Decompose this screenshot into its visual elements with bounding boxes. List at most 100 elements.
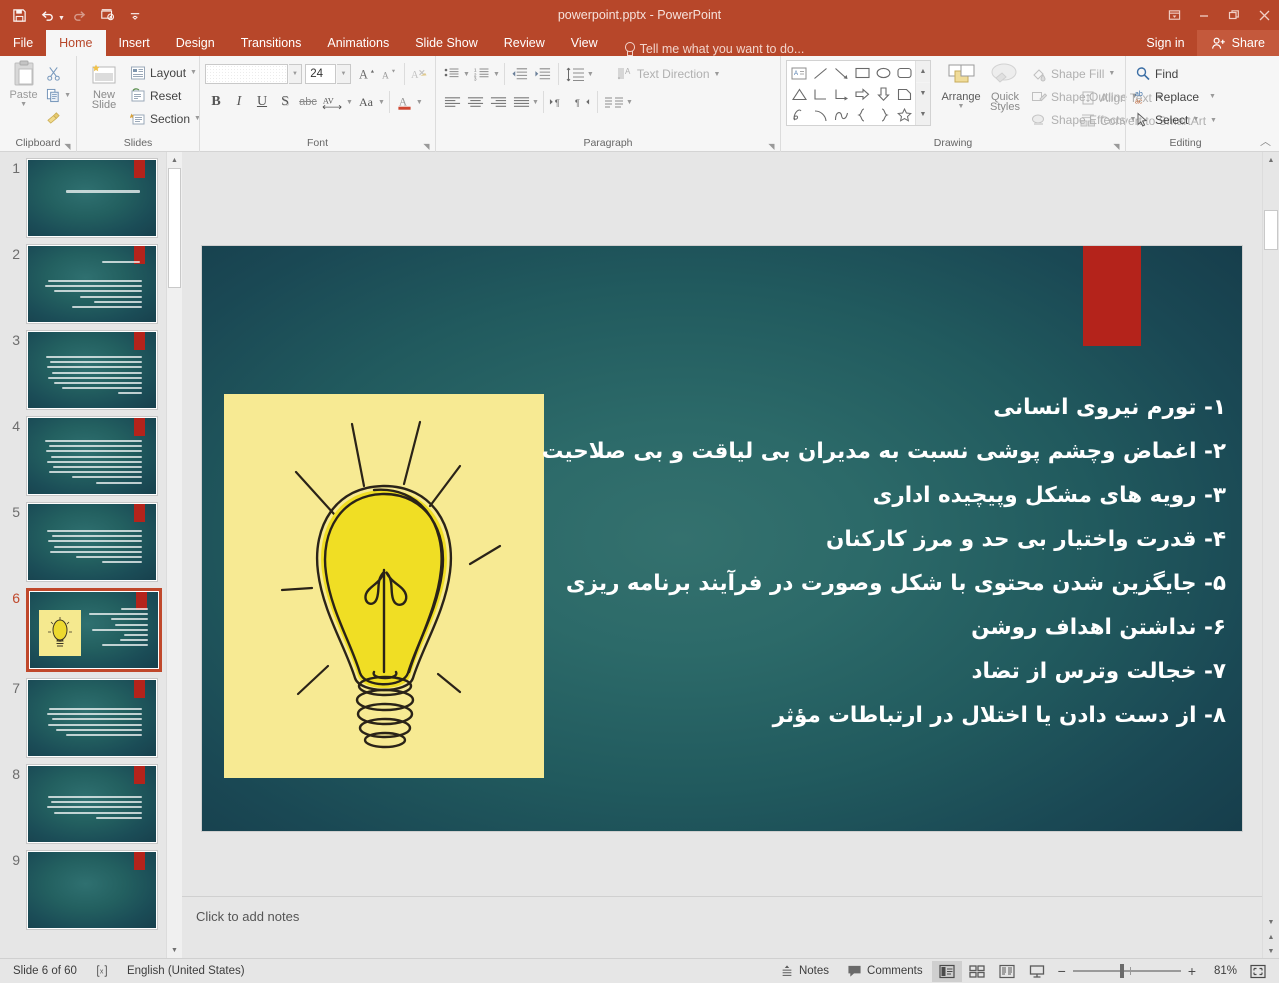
find-button[interactable]: Find — [1131, 62, 1220, 85]
thumbnail-item-7[interactable]: 7 — [0, 672, 166, 758]
undo-icon[interactable] — [34, 3, 60, 27]
right-brace-shape-icon[interactable] — [872, 104, 894, 126]
align-center-icon[interactable] — [464, 91, 486, 113]
reading-view-button[interactable] — [992, 961, 1022, 982]
thumbnail-item-3[interactable]: 3 — [0, 324, 166, 410]
arrow-shape-icon[interactable] — [830, 62, 852, 84]
section-button[interactable]: Section ▼ — [126, 107, 205, 130]
curve-shape-icon[interactable] — [830, 104, 852, 126]
text-shadow-button[interactable]: S — [274, 91, 296, 113]
font-color-dropdown-icon[interactable]: ▼ — [416, 99, 423, 106]
zoom-slider[interactable] — [1072, 964, 1181, 978]
arrange-dropdown-icon[interactable]: ▼ — [958, 103, 965, 110]
cut-icon[interactable] — [42, 62, 64, 84]
ribbon-display-options-icon[interactable] — [1159, 0, 1189, 30]
triangle-shape-icon[interactable] — [788, 83, 810, 105]
star-shape-icon[interactable] — [893, 104, 915, 126]
zoom-level-label[interactable]: 81% — [1203, 965, 1237, 977]
notes-pane[interactable]: Click to add notes — [182, 896, 1262, 958]
numbering-dropdown-icon[interactable]: ▼ — [493, 71, 500, 78]
thumbnail-item-8[interactable]: 8 — [0, 758, 166, 844]
text-direction-button[interactable]: A Text Direction ▼ — [613, 63, 725, 86]
scribble-shape-icon[interactable] — [788, 104, 810, 126]
arc-shape-icon[interactable] — [809, 104, 831, 126]
text-direction-dropdown-icon[interactable]: ▼ — [714, 71, 721, 78]
fit-slide-to-window-button[interactable] — [1243, 961, 1273, 982]
line-spacing-dropdown-icon[interactable]: ▼ — [587, 71, 594, 78]
tab-design[interactable]: Design — [163, 30, 228, 56]
rectangle-shape-icon[interactable] — [851, 62, 873, 84]
zoom-out-button[interactable]: − — [1058, 963, 1066, 979]
pentagon-shape-icon[interactable] — [893, 83, 915, 105]
elbow-connector-icon[interactable] — [809, 83, 831, 105]
oval-shape-icon[interactable] — [872, 62, 894, 84]
font-size-dropdown-icon[interactable]: ▼ — [337, 64, 351, 84]
thumbnails-scroll-thumb[interactable] — [168, 168, 181, 288]
down-arrow-shape-icon[interactable] — [872, 83, 894, 105]
replace-dropdown-icon[interactable]: ▼ — [1209, 93, 1216, 100]
copy-icon[interactable] — [42, 84, 64, 106]
tab-slide-show[interactable]: Slide Show — [402, 30, 491, 56]
justify-icon[interactable] — [510, 91, 532, 113]
increase-indent-icon[interactable] — [532, 63, 554, 85]
elbow-arrow-connector-icon[interactable] — [830, 83, 852, 105]
clipboard-dialog-launcher[interactable]: ◥ — [63, 142, 72, 151]
shapes-more-icon[interactable]: ▼ — [916, 104, 930, 125]
font-size-input[interactable]: 24 — [305, 64, 337, 84]
thumbnails-scroll-track[interactable] — [167, 168, 182, 942]
language-status[interactable]: English (United States) — [118, 960, 254, 982]
thumbnail-item-2[interactable]: 2 — [0, 238, 166, 324]
character-spacing-button[interactable]: AV — [320, 91, 346, 113]
tab-view[interactable]: View — [558, 30, 611, 56]
font-color-button[interactable]: A — [394, 91, 416, 113]
line-shape-icon[interactable] — [809, 62, 831, 84]
tab-home[interactable]: Home — [46, 30, 106, 56]
save-icon[interactable] — [6, 3, 32, 27]
previous-slide-icon[interactable]: ▲ — [1263, 930, 1279, 944]
slide-thumbnails-list[interactable]: 1 2 3 4 5 6 7 8 9 — [0, 152, 166, 958]
bullets-dropdown-icon[interactable]: ▼ — [463, 71, 470, 78]
paragraph-dialog-launcher[interactable]: ◥ — [767, 142, 776, 151]
strikethrough-button[interactable]: abc — [297, 91, 319, 113]
notes-button[interactable]: Notes — [771, 960, 838, 982]
shape-fill-dropdown-icon[interactable]: ▼ — [1108, 70, 1115, 77]
current-slide[interactable]: ۱- تورم نیروی انسانی ۲- اغماض وچشم پوشی … — [202, 246, 1242, 831]
thumbnails-scrollbar[interactable]: ▲ ▼ — [166, 152, 182, 958]
spellcheck-status[interactable]: x — [86, 960, 118, 982]
close-icon[interactable] — [1249, 0, 1279, 30]
shapes-scroll-down-icon[interactable]: ▼ — [916, 82, 930, 104]
thumbnails-scroll-down-icon[interactable]: ▼ — [167, 942, 182, 958]
line-spacing-icon[interactable] — [563, 63, 587, 85]
justify-dropdown-icon[interactable]: ▼ — [532, 99, 539, 106]
bold-button[interactable]: B — [205, 91, 227, 113]
align-left-icon[interactable] — [441, 91, 463, 113]
comments-button[interactable]: Comments — [838, 960, 932, 982]
clear-formatting-icon[interactable]: A — [409, 63, 430, 85]
align-right-icon[interactable] — [487, 91, 509, 113]
thumbnail-item-9[interactable]: 9 — [0, 844, 166, 930]
slide-body-text[interactable]: ۱- تورم نیروی انسانی ۲- اغماض وچشم پوشی … — [542, 386, 1226, 738]
tab-animations[interactable]: Animations — [314, 30, 402, 56]
rounded-rectangle-shape-icon[interactable] — [893, 62, 915, 84]
decrease-indent-icon[interactable] — [509, 63, 531, 85]
thumbnail-item-1[interactable]: 1 — [0, 152, 166, 238]
columns-icon[interactable] — [602, 91, 626, 113]
thumbnail-item-6[interactable]: 6 — [0, 582, 166, 672]
slide-sorter-button[interactable] — [962, 961, 992, 982]
slideshow-button[interactable] — [1022, 961, 1052, 982]
thumbnails-scroll-up-icon[interactable]: ▲ — [167, 152, 182, 168]
increase-font-size-icon[interactable]: A — [357, 63, 378, 85]
underline-button[interactable]: U — [251, 91, 273, 113]
font-name-dropdown-icon[interactable]: ▼ — [288, 64, 303, 84]
customize-qat-icon[interactable] — [123, 3, 149, 27]
sign-in-button[interactable]: Sign in — [1134, 36, 1196, 50]
slide-scroll-down-icon[interactable]: ▼ — [1263, 914, 1279, 930]
bullets-icon[interactable] — [441, 63, 463, 85]
minimize-icon[interactable] — [1189, 0, 1219, 30]
normal-view-button[interactable] — [931, 960, 962, 982]
share-button[interactable]: Share — [1196, 30, 1279, 56]
character-spacing-dropdown-icon[interactable]: ▼ — [346, 99, 353, 106]
select-button[interactable]: Select ▼ — [1131, 108, 1220, 131]
rtl-direction-icon[interactable]: ¶ — [571, 91, 593, 113]
tab-review[interactable]: Review — [491, 30, 558, 56]
